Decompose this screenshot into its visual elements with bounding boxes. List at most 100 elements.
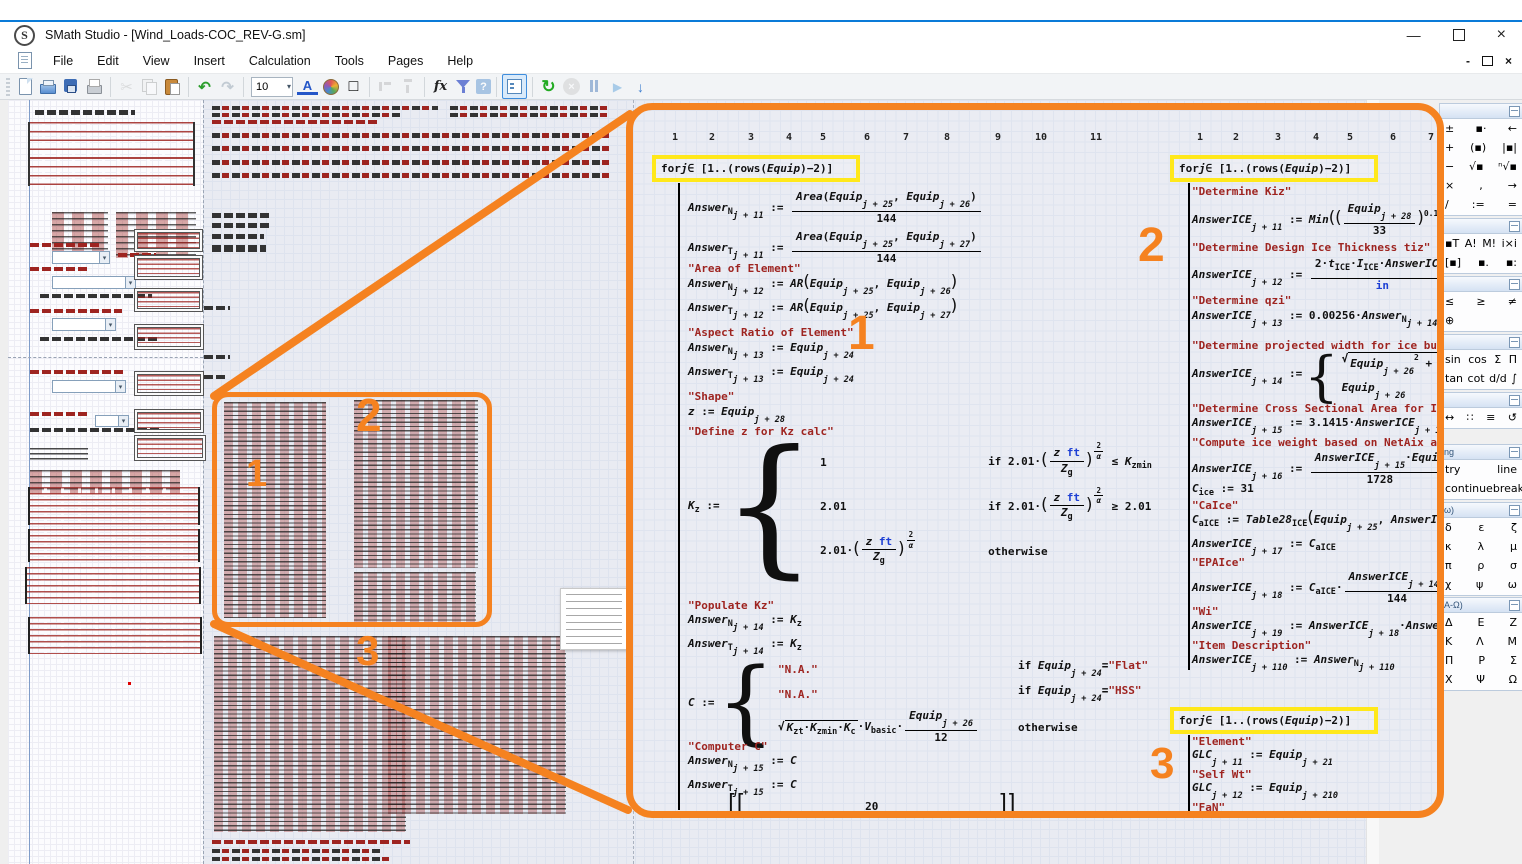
palette-symbol[interactable]: try: [1445, 463, 1460, 476]
palette-symbol[interactable]: ρ: [1477, 559, 1484, 572]
palette-symbol[interactable]: μ: [1510, 540, 1517, 553]
font-color-button[interactable]: A: [297, 78, 318, 95]
palette-symbol[interactable]: ▪.: [1478, 256, 1489, 269]
palette-symbol[interactable]: χ: [1445, 578, 1451, 591]
mdi-restore-button[interactable]: [1482, 56, 1493, 66]
close-button[interactable]: ×: [1497, 26, 1506, 44]
redo-button[interactable]: ↷: [217, 76, 238, 97]
help-button[interactable]: ?: [476, 79, 491, 94]
menu-item-pages[interactable]: Pages: [376, 54, 435, 68]
palette-symbol[interactable]: Μ: [1508, 635, 1518, 648]
palette-symbol[interactable]: Ω: [1509, 673, 1517, 686]
menu-item-insert[interactable]: Insert: [182, 54, 237, 68]
title-bar[interactable]: S SMath Studio - [Wind_Loads-COC_REV-G.s…: [0, 22, 1522, 48]
menu-item-calculation[interactable]: Calculation: [237, 54, 323, 68]
undo-button[interactable]: ↶: [194, 76, 215, 97]
print-button[interactable]: [84, 76, 105, 97]
palette-symbol[interactable]: line: [1497, 463, 1517, 476]
palette-symbol[interactable]: cot: [1468, 372, 1485, 385]
palette-symbol[interactable]: Κ: [1445, 635, 1452, 648]
palette-symbol[interactable]: break: [1493, 482, 1522, 495]
palette-symbol[interactable]: ▪T: [1445, 237, 1459, 250]
palette-symbol[interactable]: i×i: [1502, 237, 1517, 250]
palette-symbol[interactable]: [▪]: [1445, 256, 1461, 269]
align-horizontal-button[interactable]: [375, 76, 396, 97]
minimize-button[interactable]: —: [1407, 27, 1421, 43]
palette-symbol[interactable]: Λ: [1476, 635, 1484, 648]
menu-item-edit[interactable]: Edit: [85, 54, 131, 68]
palette-symbol[interactable]: ↔: [1445, 411, 1454, 424]
palette-symbol[interactable]: tan: [1445, 372, 1463, 385]
palette-symbol[interactable]: ,: [1479, 179, 1483, 192]
palette-symbol[interactable]: ×: [1445, 179, 1454, 192]
palette-symbol[interactable]: →: [1508, 179, 1517, 192]
palette-symbol[interactable]: ⁿ√▪: [1498, 160, 1517, 173]
palette-symbol[interactable]: Σ: [1494, 353, 1501, 366]
palette-symbol[interactable]: ▪·: [1476, 122, 1487, 135]
palette-symbol[interactable]: ←: [1508, 122, 1517, 135]
collapse-panel-icon[interactable]: [1509, 600, 1520, 611]
palette-symbol[interactable]: A!: [1465, 237, 1477, 250]
font-size-combo[interactable]: 10: [251, 77, 293, 97]
palette-symbol[interactable]: −: [1445, 160, 1454, 173]
new-document-button[interactable]: [15, 76, 36, 97]
copy-button[interactable]: [139, 76, 160, 97]
palette-symbol[interactable]: (▪): [1470, 141, 1486, 154]
maximize-button[interactable]: [1453, 29, 1465, 41]
palette-symbol[interactable]: Δ: [1445, 616, 1453, 629]
palette-symbol[interactable]: ≡: [1486, 411, 1495, 424]
mdi-close-button[interactable]: ×: [1505, 54, 1512, 68]
collapse-panel-icon[interactable]: [1509, 221, 1520, 232]
palette-symbol[interactable]: ↺: [1508, 411, 1517, 424]
show-panels-button[interactable]: [502, 74, 527, 99]
palette-symbol[interactable]: Ψ: [1476, 673, 1485, 686]
palette-symbol[interactable]: κ: [1445, 540, 1451, 553]
filter-button[interactable]: [453, 76, 474, 97]
palette-symbol[interactable]: Ζ: [1509, 616, 1517, 629]
align-vertical-button[interactable]: [398, 76, 419, 97]
collapse-panel-icon[interactable]: [1509, 505, 1520, 516]
play-button[interactable]: ▶: [607, 76, 628, 97]
menu-item-view[interactable]: View: [131, 54, 182, 68]
palette-symbol[interactable]: π: [1445, 559, 1452, 572]
collapse-panel-icon[interactable]: [1509, 337, 1520, 348]
palette-symbol[interactable]: continue: [1445, 482, 1493, 495]
palette-symbol[interactable]: ▪:: [1506, 256, 1517, 269]
step-button[interactable]: ↓: [630, 76, 651, 97]
palette-symbol[interactable]: ⊕: [1445, 314, 1454, 327]
insert-function-button[interactable]: fx: [430, 76, 451, 97]
palette-symbol[interactable]: +: [1445, 141, 1454, 154]
palette-symbol[interactable]: ψ: [1476, 578, 1483, 591]
save-button[interactable]: [61, 76, 82, 97]
palette-symbol[interactable]: δ: [1445, 521, 1452, 534]
palette-symbol[interactable]: ω: [1508, 578, 1517, 591]
palette-symbol[interactable]: ζ: [1511, 521, 1517, 534]
palette-symbol[interactable]: Σ: [1510, 654, 1517, 667]
collapse-panel-icon[interactable]: [1509, 106, 1520, 117]
palette-symbol[interactable]: |▪|: [1502, 141, 1517, 154]
interrupt-button[interactable]: [561, 76, 582, 97]
menu-item-help[interactable]: Help: [435, 54, 485, 68]
collapse-panel-icon[interactable]: [1509, 395, 1520, 406]
collapse-panel-icon[interactable]: [1509, 447, 1520, 458]
palette-symbol[interactable]: Ε: [1478, 616, 1485, 629]
palette-symbol[interactable]: Π: [1445, 654, 1453, 667]
palette-symbol[interactable]: ∫: [1511, 372, 1517, 385]
collapse-panel-icon[interactable]: [1509, 279, 1520, 290]
palette-symbol[interactable]: ±: [1445, 122, 1454, 135]
palette-symbol[interactable]: d/d: [1489, 372, 1507, 385]
palette-symbol[interactable]: cos: [1468, 353, 1487, 366]
mdi-minimize-button[interactable]: -: [1466, 54, 1470, 68]
border-button[interactable]: □: [343, 76, 364, 97]
palette-symbol[interactable]: ≤: [1445, 295, 1454, 308]
menu-item-file[interactable]: File: [41, 54, 85, 68]
palette-symbol[interactable]: ≥: [1476, 295, 1485, 308]
background-color-button[interactable]: [320, 76, 341, 97]
menu-item-tools[interactable]: Tools: [323, 54, 376, 68]
palette-symbol[interactable]: σ: [1510, 559, 1517, 572]
recalculate-button[interactable]: ↻: [538, 76, 559, 97]
palette-symbol[interactable]: ≠: [1508, 295, 1517, 308]
palette-symbol[interactable]: sin: [1445, 353, 1461, 366]
palette-symbol[interactable]: ε: [1478, 521, 1484, 534]
palette-symbol[interactable]: √▪: [1469, 160, 1483, 173]
